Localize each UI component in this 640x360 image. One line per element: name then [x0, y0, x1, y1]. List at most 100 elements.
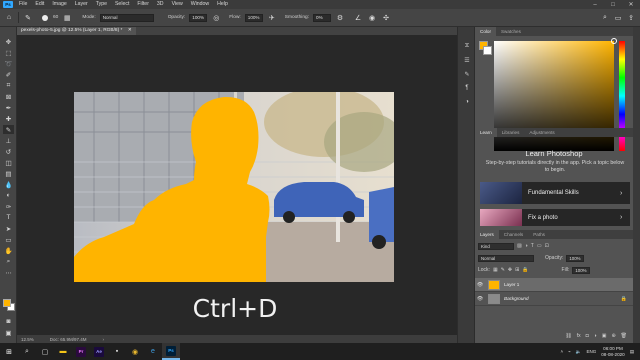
document-image[interactable] — [74, 92, 394, 282]
panel-background-swatch[interactable] — [483, 46, 492, 55]
notifications-icon[interactable]: ▤ — [630, 349, 634, 355]
tab-channels[interactable]: Channels — [499, 230, 528, 239]
paragraph-icon[interactable]: ¶ — [462, 85, 472, 93]
tab-adjustments[interactable]: Adjustments — [524, 128, 559, 137]
angle-icon[interactable]: ∠ — [353, 13, 363, 23]
terminal-icon[interactable]: ▪ — [108, 343, 126, 360]
lock-all-icon[interactable]: 🔒 — [522, 267, 528, 273]
visibility-eye-icon[interactable]: 👁 — [475, 296, 485, 302]
search-icon[interactable]: ⌕ — [18, 343, 36, 360]
windows-start-icon[interactable]: ⊞ — [0, 343, 18, 360]
lasso-tool-icon[interactable]: ➰ — [3, 59, 14, 68]
tab-libraries[interactable]: Libraries — [497, 128, 525, 137]
panel-scrollbar[interactable] — [633, 27, 640, 343]
screen-mode-icon[interactable]: ▣ — [3, 328, 14, 337]
foreground-color[interactable] — [3, 299, 11, 307]
smoothing-settings-icon[interactable]: ⚙ — [335, 13, 345, 23]
link-layers-icon[interactable]: ⛓ — [565, 333, 571, 343]
blend-mode-select[interactable]: Normal — [478, 254, 534, 262]
status-arrow-icon[interactable]: › — [103, 337, 105, 342]
search-icon[interactable]: ⌕ — [600, 13, 610, 23]
mode-select[interactable]: Normal — [99, 13, 154, 22]
path-select-tool-icon[interactable]: ➤ — [3, 224, 14, 233]
maximize-icon[interactable]: □ — [604, 2, 622, 8]
brush-settings-panel-icon[interactable]: ✎ — [462, 71, 472, 79]
lock-artboard-icon[interactable]: ⊞ — [515, 267, 519, 273]
menu-edit[interactable]: Edit — [31, 0, 48, 9]
marquee-tool-icon[interactable]: ⬚ — [3, 48, 14, 57]
airbrush-icon[interactable]: ✈ — [267, 13, 277, 23]
layer-opacity-field[interactable]: 100% — [566, 254, 585, 262]
menu-type[interactable]: Type — [92, 0, 111, 9]
language-indicator[interactable]: ENG — [586, 349, 596, 354]
gradient-tool-icon[interactable]: ▤ — [3, 169, 14, 178]
layer-row-layer-1[interactable]: 👁 Layer 1 — [475, 278, 633, 292]
tab-layers[interactable]: Layers — [475, 230, 499, 239]
hand-tool-icon[interactable]: ✋ — [3, 246, 14, 255]
brush-preset-picker[interactable] — [37, 13, 53, 23]
adjust-icon[interactable]: ◑ — [462, 99, 472, 107]
pressure-size-icon[interactable]: ◉ — [367, 13, 377, 23]
volume-icon[interactable]: 🔈 — [576, 349, 582, 355]
brush-tool-icon[interactable]: ✎ — [3, 125, 14, 134]
zoom-tool-icon[interactable]: ⌕ — [3, 257, 14, 266]
document-tab[interactable]: pexels-photo-5.jpg @ 12.5% (Layer 1, RGB… — [17, 27, 136, 35]
task-view-icon[interactable]: ▢ — [36, 343, 54, 360]
menu-3d[interactable]: 3D — [153, 0, 168, 9]
edge-icon[interactable]: e — [144, 343, 162, 360]
clone-stamp-tool-icon[interactable]: ⊥ — [3, 136, 14, 145]
filter-adjust-icon[interactable]: ◑ — [525, 243, 528, 249]
lock-paint-icon[interactable]: ✎ — [501, 267, 505, 273]
menu-window[interactable]: Window — [187, 0, 213, 9]
tab-paths[interactable]: Paths — [528, 230, 550, 239]
properties-icon[interactable]: ☰ — [462, 57, 472, 65]
pen-tool-icon[interactable]: ✑ — [3, 202, 14, 211]
menu-view[interactable]: View — [168, 0, 187, 9]
filter-smart-icon[interactable]: ⊡ — [545, 243, 549, 249]
quick-select-tool-icon[interactable]: ✐ — [3, 70, 14, 79]
mask-icon[interactable]: ◘ — [586, 333, 589, 343]
chevron-up-icon[interactable]: ˄ — [561, 349, 564, 354]
brush-tool-icon[interactable]: ✎ — [23, 13, 33, 23]
fx-icon[interactable]: fx — [577, 333, 581, 343]
tab-color[interactable]: Color — [475, 27, 496, 36]
fill-field[interactable]: 100% — [572, 266, 591, 274]
close-tab-icon[interactable]: ✕ — [128, 28, 132, 33]
home-icon[interactable]: ⌂ — [4, 13, 14, 23]
filter-type-icon[interactable]: T — [531, 243, 534, 249]
quick-mask-icon[interactable]: ◙ — [3, 317, 14, 326]
healing-tool-icon[interactable]: ✚ — [3, 114, 14, 123]
lock-move-icon[interactable]: ✥ — [508, 267, 512, 273]
visibility-eye-icon[interactable]: 👁 — [475, 282, 485, 288]
pressure-opacity-icon[interactable]: ◎ — [211, 13, 221, 23]
lock-pixels-icon[interactable]: ▦ — [493, 267, 498, 273]
new-layer-icon[interactable]: ⊕ — [611, 333, 615, 343]
history-icon[interactable]: ⧖ — [462, 43, 472, 51]
group-icon[interactable]: ▣ — [602, 333, 607, 343]
premiere-icon[interactable]: Pr — [72, 343, 90, 360]
crop-tool-icon[interactable]: ⌗ — [3, 81, 14, 90]
smoothing-field[interactable]: 0% — [313, 13, 332, 22]
clock[interactable]: 06:00 PM 08-08-2020 — [601, 346, 625, 358]
filter-pixel-icon[interactable]: ▨ — [517, 243, 522, 249]
dodge-tool-icon[interactable]: ◐ — [3, 191, 14, 200]
workspace-icon[interactable]: ▭ — [613, 13, 623, 23]
eyedropper-tool-icon[interactable]: ✒ — [3, 103, 14, 112]
color-swatches[interactable] — [3, 299, 15, 311]
menu-select[interactable]: Select — [111, 0, 133, 9]
trash-icon[interactable]: 🗑 — [621, 333, 627, 343]
kind-filter[interactable]: Kind — [478, 242, 514, 250]
brush-settings-icon[interactable]: ▦ — [62, 13, 72, 23]
symmetry-icon[interactable]: ✣ — [381, 13, 391, 23]
card-fix-a-photo[interactable]: Fix a photo › — [480, 209, 630, 226]
color-picker-handle[interactable] — [611, 38, 617, 44]
share-icon[interactable]: ⇪ — [626, 13, 636, 23]
flow-field[interactable]: 100% — [244, 13, 263, 22]
tab-learn[interactable]: Learn — [475, 128, 497, 137]
layer-row-background[interactable]: 👁 Background 🔒 — [475, 292, 633, 306]
menu-file[interactable]: File — [15, 0, 31, 9]
move-tool-icon[interactable]: ✥ — [3, 37, 14, 46]
filter-shape-icon[interactable]: ▭ — [537, 243, 542, 249]
network-icon[interactable]: ⌁ — [568, 349, 571, 355]
type-tool-icon[interactable]: T — [3, 213, 14, 222]
